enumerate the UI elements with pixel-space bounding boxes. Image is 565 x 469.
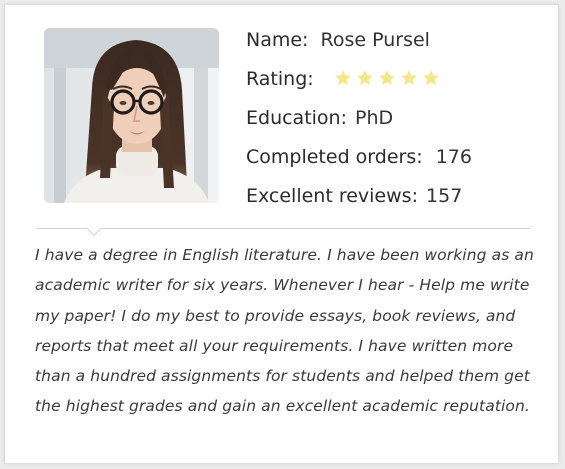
bio-line: than a hundred assignments for students … [35, 367, 530, 386]
bio-line: my paper! I do my best to provide essays… [35, 306, 516, 325]
orders-value: 176 [435, 146, 472, 168]
bio-line: I have a degree in English literature. I… [35, 246, 534, 264]
writer-profile-card: Name: Rose Pursel Rating: Education: PhD… [4, 4, 559, 464]
star-icon [356, 69, 373, 85]
education-row: Education: PhD [246, 103, 393, 133]
education-value: PhD [355, 107, 394, 129]
rating-stars [334, 64, 444, 94]
reviews-row: Excellent reviews: 157 [246, 181, 462, 211]
bio-line: the highest grades and gain an excellent… [35, 397, 530, 416]
rating-label: Rating: [246, 68, 314, 90]
bio-line: academic writer for six years. Whenever … [35, 276, 530, 295]
reviews-label: Excellent reviews: [246, 185, 418, 207]
section-divider [36, 228, 530, 229]
name-value: Rose Pursel [320, 29, 430, 51]
star-icon [334, 69, 351, 85]
star-icon [422, 69, 439, 85]
name-row: Name: Rose Pursel [246, 25, 430, 55]
rating-row: Rating: [246, 64, 444, 94]
orders-label: Completed orders: [246, 146, 423, 168]
star-icon [378, 69, 395, 85]
divider-pointer [86, 221, 102, 237]
writer-bio: I have a degree in English literature. I… [35, 240, 545, 422]
writer-portrait-photo [44, 28, 219, 203]
education-label: Education: [246, 107, 347, 129]
bio-line: reports that meet all your requirements.… [35, 336, 514, 355]
star-icon [400, 69, 417, 85]
name-label: Name: [246, 29, 309, 51]
reviews-value: 157 [426, 185, 463, 207]
orders-row: Completed orders: 176 [246, 142, 472, 172]
